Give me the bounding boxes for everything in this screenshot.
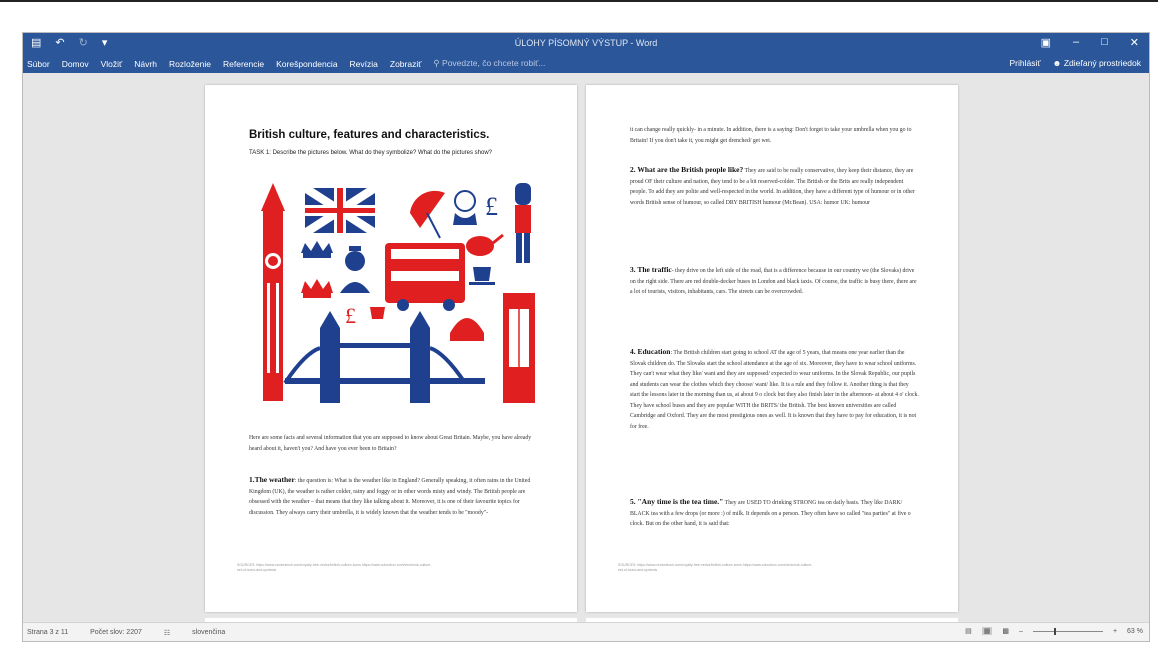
page2-sources: SOURCES: https://www.vectorstock.com/roy… (618, 563, 813, 572)
tea-paragraph: 5. "Any time is the tea time." They are … (630, 497, 920, 530)
ribbon-display-icon[interactable]: ▣ (1041, 36, 1051, 49)
traffic-body: - they drive on the left side of the roa… (630, 268, 917, 295)
queen-icon (340, 246, 370, 293)
language-indicator[interactable]: slovenčina (192, 629, 225, 637)
tab-layout[interactable]: Rozloženie (169, 59, 211, 69)
umbrella-icon (410, 190, 445, 239)
pound-sign-small-icon: £ (345, 303, 356, 328)
close-icon[interactable]: ✕ (1130, 36, 1139, 49)
tab-view[interactable]: Zobraziť (390, 59, 422, 69)
tell-me-box[interactable]: ⚲ Povedzte, čo chcete robiť... (433, 58, 545, 69)
tab-insert[interactable]: Vložiť (101, 59, 123, 69)
zoom-in-icon[interactable]: + (1113, 628, 1117, 635)
page1-sources: SOURCES: https://www.vectorstock.com/roy… (237, 563, 432, 572)
tab-references[interactable]: Referencie (223, 59, 264, 69)
word-window: ▤ ↶ ↻ ▾ ÚLOHY PÍSOMNÝ VÝSTUP - Word ▣ – … (22, 32, 1150, 642)
imperial-crown-icon (450, 318, 484, 341)
tab-review[interactable]: Revízia (350, 59, 378, 69)
traffic-paragraph: 3. The traffic- they drive on the left s… (630, 265, 920, 298)
zoom-out-icon[interactable]: – (1019, 628, 1023, 635)
proofing-icon[interactable]: ☷ (164, 629, 170, 637)
weather-heading: 1.The weather (249, 475, 295, 484)
share-label: Zdieľaný prostriedok (1063, 58, 1141, 68)
pound-sign-icon: £ (485, 192, 498, 221)
crown-icon (301, 279, 333, 298)
royal-guard-icon (515, 183, 531, 263)
big-ben-icon (261, 183, 285, 401)
weather-continuation: it can change really quickly- in a minut… (630, 127, 912, 144)
zoom-slider[interactable] (1032, 627, 1103, 635)
weather-paragraph: 1.The weather: the question is: What is … (249, 475, 539, 518)
intro-paragraph: Here are some facts and several informat… (249, 435, 532, 452)
print-layout-icon[interactable]: ▦ (981, 627, 993, 635)
tab-home[interactable]: Domov (62, 59, 89, 69)
ribbon-right-controls: Prihlásiť ☻ Zdieľaný prostriedok (1009, 58, 1141, 68)
page-1[interactable]: British culture, features and characteri… (205, 85, 577, 612)
page-2[interactable]: it can change really quickly- in a minut… (586, 85, 958, 612)
title-bar: ▤ ↶ ↻ ▾ ÚLOHY PÍSOMNÝ VÝSTUP - Word ▣ – … (23, 33, 1149, 53)
education-heading: 4. Education (630, 347, 671, 356)
people-paragraph: 2. What are the British people like? The… (630, 165, 920, 208)
tab-file[interactable]: Súbor (27, 59, 50, 69)
traffic-heading: 3. The traffic (630, 265, 672, 274)
education-body: : The British children start going to sc… (630, 350, 919, 430)
telephone-box-icon (503, 293, 535, 403)
ribbon-tabs: Súbor Domov Vložiť Návrh Rozloženie Refe… (27, 58, 545, 69)
union-jack-icon (305, 188, 375, 233)
education-paragraph: 4. Education: The British children start… (630, 347, 920, 432)
read-mode-icon[interactable]: ▤ (965, 627, 972, 635)
status-bar: Strana 3 z 11 Počet slov: 2207 ☷ slovenč… (23, 622, 1149, 641)
people-heading: 2. What are the British people like? (630, 165, 744, 174)
restore-icon[interactable]: □ (1101, 36, 1108, 49)
teacup-icon (469, 267, 495, 285)
share-button[interactable]: ☻ Zdieľaný prostriedok (1053, 58, 1141, 68)
word-count[interactable]: Počet slov: 2207 (90, 629, 142, 637)
tea-heading: 5. "Any time is the tea time." (630, 497, 724, 506)
status-right: ▤ ▦ ▩ – + 63 % (965, 627, 1143, 635)
status-left: Strana 3 z 11 Počet slov: 2207 ☷ slovenč… (27, 629, 225, 637)
tell-me-placeholder: Povedzte, čo chcete robiť... (442, 58, 546, 68)
zoom-slider-knob[interactable] (1053, 627, 1056, 635)
tab-design[interactable]: Návrh (134, 59, 157, 69)
ribbon-tabs-bar: Súbor Domov Vložiť Návrh Rozloženie Refe… (23, 53, 1149, 73)
task-instruction: TASK 1: Describe the pictures below. Wha… (249, 150, 493, 156)
british-icons-illustration: £ £ (261, 183, 535, 403)
lightbulb-icon: ⚲ (433, 58, 440, 68)
tower-bridge-icon (283, 311, 485, 403)
document-title: British culture, features and characteri… (249, 129, 490, 141)
web-layout-icon[interactable]: ▩ (1002, 627, 1009, 635)
double-decker-bus-icon (385, 243, 465, 311)
minimize-icon[interactable]: – (1073, 36, 1079, 49)
teapot-icon (466, 233, 504, 256)
sign-in-link[interactable]: Prihlásiť (1009, 58, 1040, 68)
screenshot-frame: ▤ ↶ ↻ ▾ ÚLOHY PÍSOMNÝ VÝSTUP - Word ▣ – … (0, 0, 1158, 651)
crown-icon (301, 241, 333, 258)
page-indicator[interactable]: Strana 3 z 11 (27, 629, 68, 637)
person-icon: ☻ (1052, 58, 1062, 68)
small-teacup-icon (370, 307, 385, 319)
window-controls: ▣ – □ ✕ (1041, 36, 1139, 49)
window-title: ÚLOHY PÍSOMNÝ VÝSTUP - Word (514, 38, 658, 48)
detective-icon (453, 190, 477, 225)
zoom-level[interactable]: 63 % (1127, 628, 1143, 635)
tab-mailings[interactable]: Korešpondencia (276, 59, 337, 69)
document-area[interactable]: British culture, features and characteri… (23, 73, 1149, 628)
